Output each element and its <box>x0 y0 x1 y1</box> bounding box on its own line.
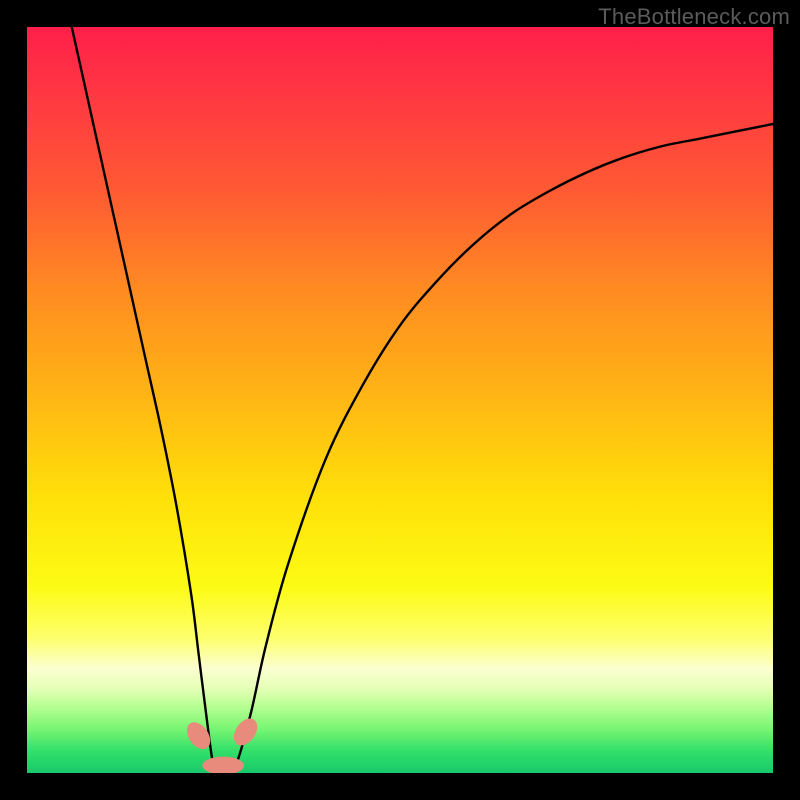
plot-area <box>27 27 773 773</box>
marker-right-guide <box>229 714 262 750</box>
chart-frame: TheBottleneck.com <box>0 0 800 800</box>
bottleneck-curve <box>27 27 773 773</box>
